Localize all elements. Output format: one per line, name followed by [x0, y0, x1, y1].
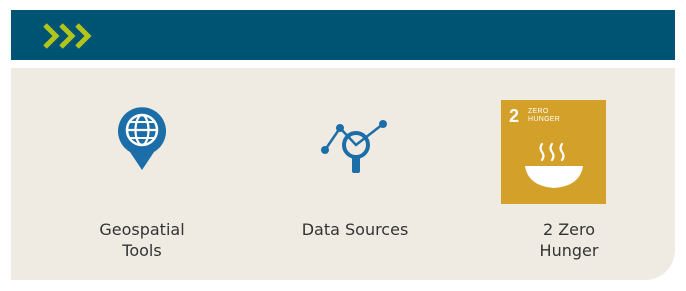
- content-panel: Geospatial Tools Data Sources 2 Zero Hun…: [11, 68, 675, 280]
- data-search-icon: [321, 120, 387, 173]
- globe-pin-icon: [118, 107, 166, 170]
- triple-chevron-right-icon: [43, 23, 92, 49]
- geospatial-tools-link[interactable]: Geospatial Tools: [42, 68, 242, 280]
- header-bar: [11, 10, 675, 60]
- data-sources-link[interactable]: Data Sources: [255, 68, 455, 280]
- sdg-2-zero-hunger-icon[interactable]: 2 ZERO HUNGER: [501, 100, 606, 204]
- zero-hunger-label: 2 Zero Hunger: [539, 220, 599, 260]
- data-sources-label: Data Sources: [301, 220, 409, 239]
- bowl-icon: [525, 142, 583, 188]
- sdg-goal-title: ZERO HUNGER: [528, 108, 561, 123]
- geospatial-tools-label: Geospatial Tools: [99, 220, 185, 260]
- sdg-goal-number: 2: [509, 106, 520, 126]
